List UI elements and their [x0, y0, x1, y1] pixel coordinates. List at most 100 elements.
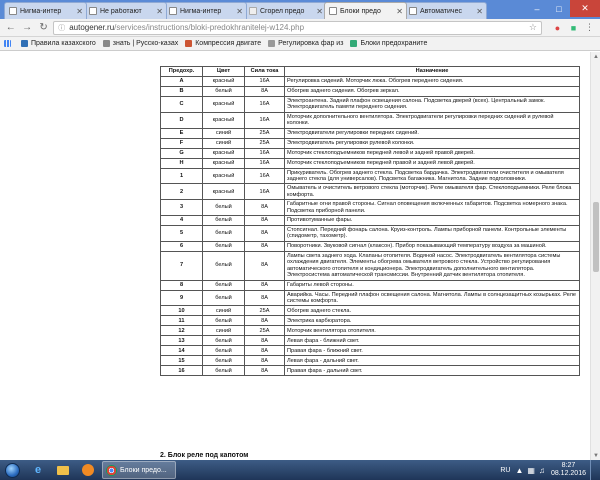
- bookmark-label: Правила казахского: [31, 40, 96, 47]
- cell-purpose: Лампы света заднего хода. Клапаны отопит…: [284, 250, 580, 281]
- clock[interactable]: 8:27 08.12.2016: [551, 462, 586, 478]
- cell-fuse-id: 13: [160, 335, 203, 347]
- tab-close-icon[interactable]: ✕: [236, 7, 243, 16]
- cell-current: 8A: [244, 289, 285, 307]
- cell-current: 8A: [244, 250, 285, 281]
- tab-close-icon[interactable]: ✕: [396, 7, 403, 16]
- table-row: Eсиний 25A Электродвигатели регулировки пе…: [160, 127, 580, 139]
- tab-1[interactable]: Не работают ✕: [84, 2, 167, 19]
- cell-fuse-id: 9: [160, 289, 203, 307]
- cell-purpose: Обогрев заднего стекла.: [284, 305, 580, 317]
- vertical-scrollbar[interactable]: ▲ ▼: [590, 52, 600, 460]
- bookmark-item[interactable]: Регулировка фар из: [268, 40, 343, 47]
- cell-fuse-id: A: [160, 76, 203, 87]
- taskbar-media[interactable]: [77, 461, 99, 479]
- tab-close-icon[interactable]: ✕: [156, 7, 163, 16]
- taskbar-task-label: Блоки предо...: [120, 466, 167, 474]
- cell-color: белый: [202, 240, 245, 252]
- tab-favicon-icon: [409, 7, 417, 15]
- bookmark-star-icon[interactable]: ☆: [529, 22, 537, 33]
- page-info-icon[interactable]: ⓘ: [58, 23, 65, 33]
- cell-fuse-id: 1: [160, 167, 203, 185]
- volume-icon[interactable]: ♫: [539, 466, 545, 475]
- cell-purpose: Правая фара - дальний свет.: [284, 365, 580, 377]
- fuse-table: Предохр. Цвет Сила тока Назначение Aкрас…: [160, 66, 580, 377]
- bookmark-label: Компрессия двигате: [195, 40, 262, 47]
- cell-color: белый: [202, 250, 245, 281]
- cell-color: белый: [202, 225, 245, 242]
- tab-3[interactable]: Сгорел предо ✕: [244, 2, 327, 19]
- tab-close-icon[interactable]: ✕: [476, 7, 483, 16]
- table-row: 12 синий 25A Моторчик вентилятора отопителя…: [160, 325, 580, 337]
- cell-fuse-id: 10: [160, 305, 203, 317]
- cell-fuse-id: 3: [160, 199, 203, 217]
- tab-4[interactable]: Блоки предо ✕: [324, 2, 407, 19]
- taskbar-chrome-task[interactable]: Блоки предо...: [102, 461, 176, 479]
- taskbar-explorer[interactable]: [52, 461, 74, 479]
- cell-current: 25A: [244, 325, 285, 337]
- tab-0[interactable]: Нигма-интер ✕: [4, 2, 87, 19]
- bookmark-label: знать | Русско-казах: [112, 40, 179, 47]
- cell-current: 16A: [244, 167, 285, 185]
- chrome-icon: [106, 464, 117, 476]
- scrollbar-thumb[interactable]: [593, 202, 599, 272]
- back-icon[interactable]: ←: [4, 21, 17, 35]
- cell-current: 8A: [244, 215, 285, 227]
- taskbar-ie[interactable]: e: [27, 461, 49, 479]
- tab-2[interactable]: Нигма-интер ✕: [164, 2, 247, 19]
- cell-current: 8A: [244, 315, 285, 327]
- language-indicator[interactable]: RU: [500, 467, 510, 474]
- url-text: autogener.ru/services/instructions/bloki…: [69, 23, 529, 32]
- apps-grid-icon[interactable]: [4, 40, 14, 47]
- extension-icon-2[interactable]: ■: [567, 21, 580, 34]
- cell-purpose: Обогрев заднего сидения. Обогрев зеркал.: [284, 86, 580, 97]
- bookmark-item[interactable]: знать | Русско-казах: [102, 40, 179, 47]
- menu-icon[interactable]: ⋮: [583, 21, 596, 34]
- minimize-icon[interactable]: –: [526, 0, 548, 17]
- cell-color: белый: [202, 215, 245, 227]
- tray-arrow-icon[interactable]: ▲: [515, 466, 523, 475]
- url-input[interactable]: ⓘ autogener.ru/services/instructions/blo…: [53, 20, 542, 35]
- cell-purpose: Моторчик стеклоподъемников передней прав…: [284, 157, 580, 169]
- show-desktop-button[interactable]: [590, 460, 596, 480]
- tab-5[interactable]: Автоматичес ✕: [404, 2, 487, 19]
- start-button[interactable]: [0, 460, 24, 480]
- cell-fuse-id: 15: [160, 355, 203, 367]
- cell-fuse-id: 12: [160, 325, 203, 337]
- close-window-icon[interactable]: ✕: [570, 0, 600, 17]
- tab-close-icon[interactable]: ✕: [316, 7, 323, 16]
- cell-purpose: Регулировка сидений. Моторчик люка. Обог…: [284, 76, 580, 87]
- network-icon[interactable]: ▦: [527, 466, 535, 475]
- cell-current: 25A: [244, 127, 285, 139]
- cell-current: 8A: [244, 335, 285, 347]
- tab-close-icon[interactable]: ✕: [76, 7, 83, 16]
- forward-icon[interactable]: →: [20, 21, 33, 35]
- cell-color: красный: [202, 111, 245, 129]
- reload-icon[interactable]: ↻: [37, 21, 50, 35]
- cell-color: белый: [202, 279, 245, 291]
- cell-fuse-id: 16: [160, 365, 203, 377]
- table-row: 11 белый 8A Электрика карбюратора.: [160, 315, 580, 327]
- scroll-up-icon[interactable]: ▲: [591, 52, 600, 61]
- cell-fuse-id: 14: [160, 345, 203, 357]
- bookmark-item[interactable]: Компрессия двигате: [185, 40, 261, 47]
- cell-color: красный: [202, 183, 245, 201]
- bookmark-item[interactable]: Блоки предохраните: [350, 40, 427, 47]
- cell-purpose: Электроантена. Задний плафон освещения с…: [284, 96, 580, 113]
- bookmark-item[interactable]: Правила казахского: [21, 40, 96, 47]
- table-row: 13 белый 8A Левая фара - ближний свет.: [160, 335, 580, 347]
- cell-fuse-id: C: [160, 96, 203, 113]
- table-row: 10 синий 25A Обогрев заднего стекла.: [160, 305, 580, 317]
- cell-current: 8A: [244, 86, 285, 97]
- cell-current: 8A: [244, 240, 285, 252]
- cell-color: синий: [202, 325, 245, 337]
- maximize-icon[interactable]: □: [548, 0, 570, 17]
- cell-fuse-id: H: [160, 157, 203, 169]
- extension-icon[interactable]: ●: [551, 21, 564, 34]
- cell-current: 16A: [244, 183, 285, 201]
- cell-color: белый: [202, 199, 245, 217]
- table-row: Fсиний 25A Электродвигатель регулировки ру…: [160, 137, 580, 149]
- scroll-down-icon[interactable]: ▼: [591, 451, 600, 460]
- cell-purpose: Противотуманные фары.: [284, 215, 580, 227]
- cell-color: белый: [202, 335, 245, 347]
